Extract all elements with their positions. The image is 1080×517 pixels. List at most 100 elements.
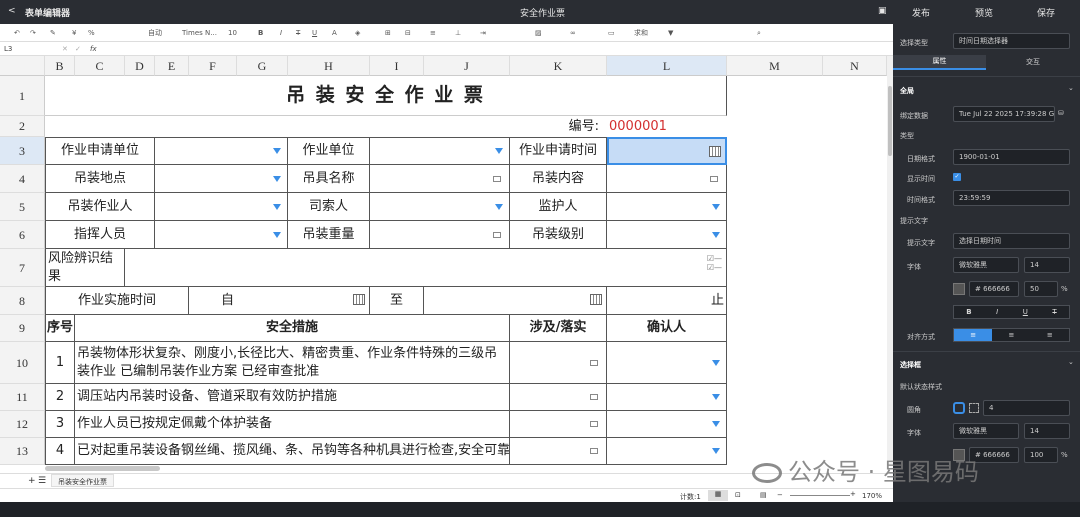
show-time-checkbox[interactable]: ✓ [953,173,961,181]
level-select[interactable] [607,221,727,249]
guardian-select[interactable] [607,193,727,221]
select-type-dropdown[interactable]: 时间日期选择器 [953,33,1070,49]
commander-select[interactable] [155,221,288,249]
column-header[interactable]: C [75,56,125,76]
bold-toggle[interactable]: B [966,308,971,316]
align-right-icon[interactable]: ≡ [1031,331,1069,339]
zoom-slider[interactable] [790,495,850,496]
row-header[interactable]: 12 [0,411,45,438]
row-header[interactable]: 9 [0,315,45,342]
italic-button[interactable]: I [280,28,282,38]
align-left-icon[interactable]: ≡ [954,329,993,341]
preview-button[interactable]: 预览 [975,6,993,19]
currency-button[interactable]: ¥ [72,28,76,38]
row-header[interactable]: 8 [0,287,45,315]
radius-input[interactable]: 4 [983,400,1070,416]
opacity-input[interactable]: 50 [1024,281,1058,297]
page-layout-icon[interactable]: ▤ [760,491,767,499]
column-header[interactable]: J [424,56,510,76]
row-header[interactable]: 10 [0,342,45,384]
rigging-name-input[interactable] [370,165,510,193]
time-format-select[interactable]: 23:59:59 [953,190,1070,206]
font2-select[interactable]: 微软雅黑 [953,423,1019,439]
column-header[interactable]: B [45,56,75,76]
tab-interaction[interactable]: 交互 [986,55,1080,70]
apply-unit-select[interactable] [155,137,288,165]
work-unit-select[interactable] [370,137,510,165]
row-header[interactable]: 2 [0,116,45,137]
font-color-icon[interactable]: A [332,28,337,38]
strike-button[interactable]: T [296,28,300,38]
item-confirmer-select[interactable] [607,342,727,384]
bind-data-field[interactable]: Tue Jul 22 2025 17:39:28 GA [953,106,1055,122]
add-sheet-button[interactable]: + [28,476,36,486]
italic-toggle[interactable]: I [996,308,998,316]
risk-checkbox-group[interactable]: ☑— ☑— [125,249,727,287]
panel-toggle-icon[interactable]: ▣ [878,6,887,16]
section-global[interactable]: 全局 [900,86,914,96]
border-icon[interactable]: ⊞ [385,28,391,38]
sheet-list-icon[interactable]: ☰ [38,476,46,486]
column-header[interactable]: F [189,56,237,76]
hint-input[interactable]: 选择日期时间 [953,233,1070,249]
section-default-state[interactable]: 默认状态样式 [900,382,942,392]
section-hint[interactable]: 提示文字 [900,216,928,226]
row-header[interactable]: 1 [0,76,45,116]
row-header[interactable]: 5 [0,193,45,221]
link-icon[interactable]: ∞ [570,28,576,38]
location-select[interactable] [155,165,288,193]
date-format-select[interactable]: 1900-01-01 [953,149,1070,165]
font-size-select[interactable]: 10 [228,28,237,38]
collapse-icon[interactable]: ⌄ [1068,84,1074,92]
section-select-box[interactable]: 选择框 [900,360,921,370]
scrollbar-thumb[interactable] [888,86,892,156]
start-time-picker[interactable]: 自 [189,287,370,315]
column-header[interactable]: M [727,56,823,76]
rigger-select[interactable] [370,193,510,221]
tab-properties[interactable]: 属性 [893,55,986,70]
search-icon[interactable]: ⌕ [757,28,761,38]
radius-uniform-icon[interactable] [953,402,965,414]
sum-button[interactable]: 求和 [634,28,648,38]
end-time-picker[interactable] [424,287,607,315]
column-header[interactable]: H [288,56,370,76]
number-format-select[interactable]: 自动 [148,28,162,38]
column-header[interactable]: I [370,56,424,76]
underline-toggle[interactable]: U [1023,308,1028,316]
row-header[interactable]: 11 [0,384,45,411]
color-swatch[interactable] [953,283,965,295]
back-button[interactable]: < [8,6,16,16]
strike-toggle[interactable]: T [1052,308,1056,316]
database-icon[interactable]: ⛁ [1058,109,1064,117]
lift-content-input[interactable] [607,165,727,193]
color-input[interactable]: # 666666 [969,281,1019,297]
column-header[interactable]: K [510,56,607,76]
row-header[interactable]: 7 [0,249,45,287]
valign-icon[interactable]: ⊥ [455,28,461,38]
operator-select[interactable] [155,193,288,221]
redo-icon[interactable]: ↷ [30,28,36,38]
underline-button[interactable]: U [312,28,317,38]
save-button[interactable]: 保存 [1037,6,1055,19]
font2-size-input[interactable]: 14 [1024,423,1070,439]
item-check[interactable] [510,438,607,465]
comment-icon[interactable]: ▭ [608,28,615,38]
format-painter-icon[interactable]: ✎ [50,28,56,38]
confirm-icon[interactable]: ✓ [75,45,81,53]
item-check[interactable] [510,411,607,438]
font-size-input[interactable]: 14 [1024,257,1070,273]
zoom-in-icon[interactable]: + [850,490,856,498]
item-confirmer-select[interactable] [607,411,727,438]
normal-view-icon[interactable]: ▦ [708,490,728,501]
spreadsheet-grid[interactable]: B C D E F G H I J K L M N 1 2 3 4 5 6 7 … [0,56,887,465]
collapse-icon[interactable]: ⌄ [1068,358,1074,366]
section-type[interactable]: 类型 [900,131,914,141]
column-header[interactable]: E [155,56,189,76]
font-family-select[interactable]: Times N... [182,28,217,38]
column-header[interactable]: G [237,56,288,76]
radius-custom-icon[interactable] [969,403,979,413]
bold-button[interactable]: B [258,28,263,38]
column-header[interactable]: L [607,56,727,76]
cell-reference[interactable]: L3 [4,45,12,53]
filter-icon[interactable]: ▼ [668,28,673,38]
